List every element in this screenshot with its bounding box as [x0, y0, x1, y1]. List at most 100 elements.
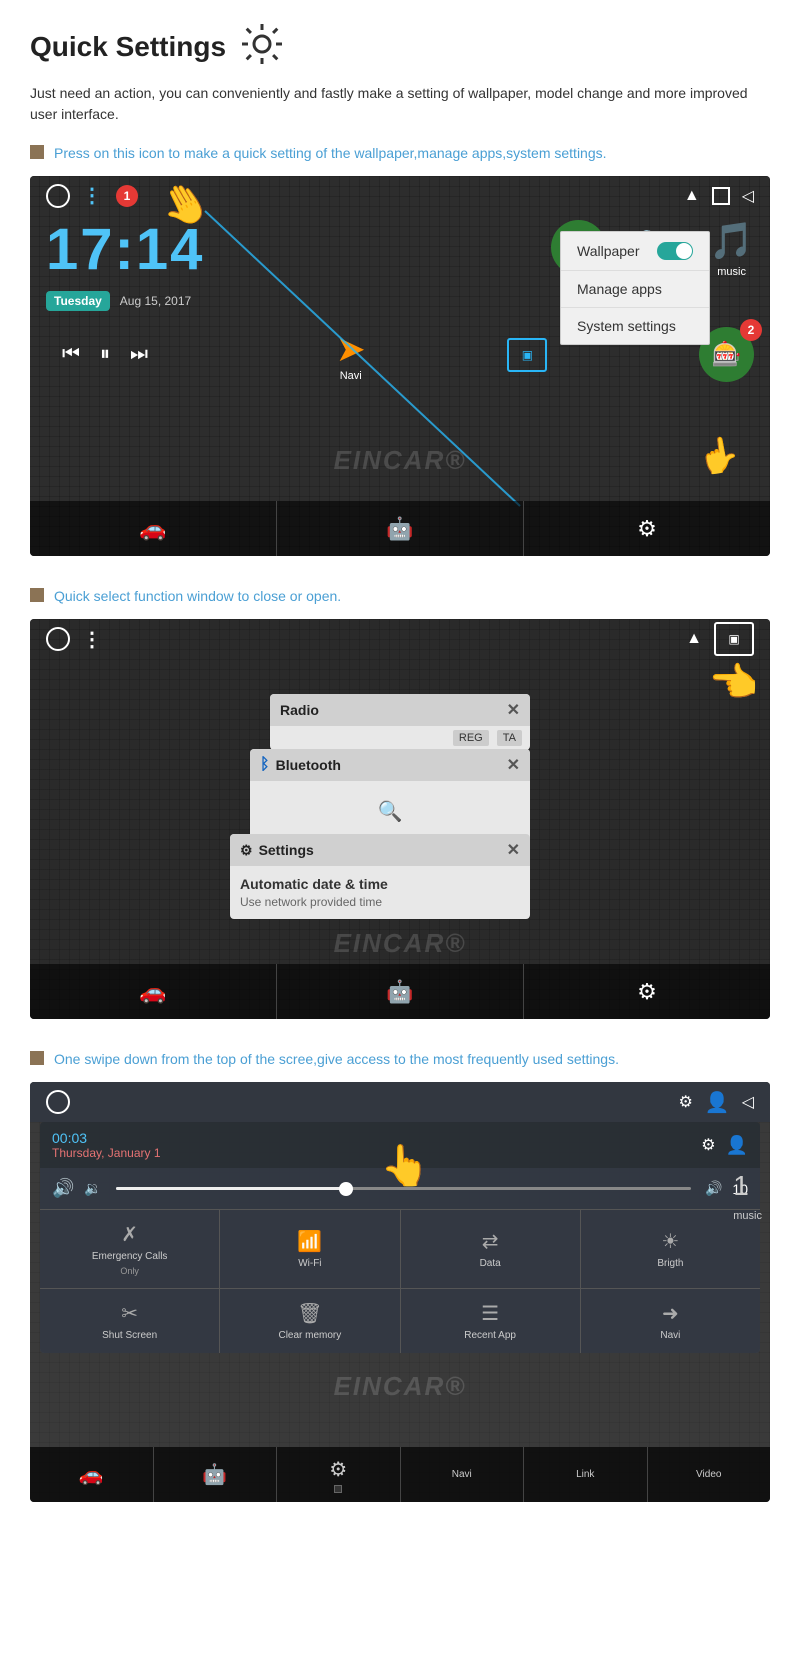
bluetooth-window[interactable]: ᛒ Bluetooth ✕ 🔍 [250, 749, 530, 841]
dropdown-system-settings[interactable]: System settings [561, 308, 709, 344]
music-app-icon[interactable]: 🎵 music [709, 220, 754, 291]
status-right-1: ▲ ◁ [684, 186, 754, 206]
recent-app-label: Recent App [464, 1330, 516, 1341]
menu-dots-icon[interactable]: ⋮ [82, 186, 102, 206]
home-circle-icon-3[interactable] [46, 1090, 70, 1114]
dropdown-menu[interactable]: Wallpaper Manage apps System settings [560, 231, 710, 345]
volume-up-icon[interactable]: 🔊 [705, 1180, 722, 1197]
bt3-link-tab[interactable]: Link [524, 1447, 648, 1502]
bottom-tabs-3: 🚗 🤖 ⚙ Navi Link Video [30, 1447, 770, 1502]
settings-status-icon: ⚙ [678, 1092, 692, 1112]
ss3-background: ⚙ 👤 ◁ 00:03 Thursday, January 1 ⚙ 👤 [30, 1082, 770, 1502]
pause-icon[interactable]: ⏸ [100, 343, 110, 366]
bottom-tab-car[interactable]: 🚗 [30, 501, 277, 556]
square-icon [712, 187, 730, 205]
volume-slider-thumb [339, 1182, 353, 1196]
bt3-settings-tab[interactable]: ⚙ [277, 1447, 401, 1502]
radio-window[interactable]: Radio ✕ REG TA [270, 694, 530, 750]
fast-forward-icon[interactable]: ⏭ [130, 343, 148, 366]
settings-close-btn[interactable]: ✕ [507, 840, 520, 860]
menu-dots-icon-2[interactable]: ⋮ [82, 627, 102, 652]
screenshot-3: ⚙ 👤 ◁ 00:03 Thursday, January 1 ⚙ 👤 [30, 1082, 770, 1502]
status-bar-3: ⚙ 👤 ◁ [30, 1082, 770, 1122]
bottom-tab2-android[interactable]: 🤖 [277, 964, 524, 1019]
bt3-video-tab[interactable]: Video [648, 1447, 771, 1502]
section3-bullet-text: One swipe down from the top of the scree… [54, 1049, 619, 1070]
settings-window[interactable]: ⚙ Settings ✕ Automatic date & time Use n… [230, 834, 530, 919]
bt3-car-tab[interactable]: 🚗 [30, 1447, 154, 1502]
wallpaper-toggle[interactable] [657, 242, 693, 260]
dropdown-manage-apps[interactable]: Manage apps [561, 271, 709, 308]
gear-icon [238, 20, 286, 73]
bt3-navi-tab[interactable]: Navi [401, 1447, 525, 1502]
data-icon: ⇄ [482, 1229, 499, 1254]
bullet-square-2 [30, 588, 44, 602]
bluetooth-titlebar: ᛒ Bluetooth ✕ [250, 749, 530, 781]
settings-body-title: Automatic date & time [240, 876, 520, 892]
car-tab-icon-2: 🚗 [139, 979, 166, 1005]
dropdown-wallpaper[interactable]: Wallpaper [561, 232, 709, 271]
eincar-watermark-2: EINCAR® [334, 928, 467, 959]
brightness-icon: ☀ [661, 1229, 679, 1254]
settings-tab-icon: ⚙ [637, 516, 657, 542]
screencast-app-item[interactable]: ▣ [507, 338, 547, 372]
status-left-2: ⋮ [46, 627, 102, 652]
back-icon: ◁ [742, 186, 754, 206]
bottom-tab-settings[interactable]: ⚙ [524, 501, 770, 556]
triangle-icon: ▲ [684, 187, 700, 205]
bluetooth-icon: ᛒ [260, 756, 270, 774]
radio-titlebar: Radio ✕ [270, 694, 530, 726]
emergency-label: Emergency Calls [92, 1251, 168, 1262]
qs-shut-screen-btn[interactable]: ✂ Shut Screen [40, 1289, 219, 1353]
qs-wifi-btn[interactable]: 📶 Wi-Fi [220, 1210, 399, 1288]
qs-emergency-btn[interactable]: ✗ Emergency Calls Only [40, 1210, 219, 1288]
reg-btn[interactable]: REG [453, 730, 489, 746]
qs-navi-btn[interactable]: ➜ Navi [581, 1289, 760, 1353]
section3-bullet: One swipe down from the top of the scree… [30, 1049, 770, 1070]
bt3-android-tab[interactable]: 🤖 [154, 1447, 278, 1502]
bottom-tab2-car[interactable]: 🚗 [30, 964, 277, 1019]
ta-btn[interactable]: TA [497, 730, 522, 746]
screencast-icon: ▣ [507, 338, 547, 372]
bottom-tab2-settings[interactable]: ⚙ [524, 964, 770, 1019]
hand-pointer-4: 👆 [380, 1142, 430, 1189]
volume-down-icon[interactable]: 🔉 [84, 1180, 101, 1197]
shut-screen-icon: ✂ [121, 1301, 138, 1326]
rewind-icon[interactable]: ⏮ [62, 343, 80, 366]
page-wrapper: Quick Settings Just need an action, you … [0, 0, 800, 1552]
volume-speaker-icon[interactable]: 🔊 [52, 1178, 74, 1199]
volume-slider-fill [116, 1187, 346, 1190]
qs-data-btn[interactable]: ⇄ Data [401, 1210, 580, 1288]
media-controls: ⏮ ⏸ ⏭ [46, 337, 164, 372]
home-circle-icon[interactable] [46, 184, 70, 208]
qs-user-icon[interactable]: 👤 [726, 1135, 748, 1156]
settings-gear-icon: ⚙ [240, 842, 253, 859]
bluetooth-close-btn[interactable]: ✕ [507, 755, 520, 775]
qs-clear-memory-btn[interactable]: 🗑 Clear memory [220, 1289, 399, 1353]
qs-settings-icon[interactable]: ⚙ [701, 1135, 715, 1155]
home-circle-icon-2[interactable] [46, 627, 70, 651]
bottom-tabs-1: 🚗 🤖 ⚙ [30, 501, 770, 556]
navi-app-item[interactable]: ➤ Navi [336, 328, 366, 382]
screencast-icon-2[interactable]: ▣ [714, 622, 754, 656]
page-subtitle: Just need an action, you can convenientl… [30, 83, 770, 125]
ss2-background: ⋮ ▲ ▣ 👉 Radio ✕ REG TA [30, 619, 770, 1019]
settings-body-sub: Use network provided time [240, 895, 520, 909]
bluetooth-title-content: ᛒ Bluetooth [260, 756, 341, 774]
side-app-icons: 1 music [725, 1162, 770, 1230]
eincar-watermark-1: EINCAR® [334, 445, 467, 476]
qs-recent-app-btn[interactable]: ☰ Recent App [401, 1289, 580, 1353]
car-tab-icon: 🚗 [139, 516, 166, 542]
status-left-1: ⋮ 1 [46, 184, 138, 208]
radio-close-btn[interactable]: ✕ [507, 700, 520, 720]
settings-body: Automatic date & time Use network provid… [230, 866, 530, 919]
qs-navi-label: Navi [660, 1330, 680, 1341]
bluetooth-body: 🔍 [250, 781, 530, 841]
settings-tab-icon-2: ⚙ [637, 979, 657, 1005]
android-tab-icon-2: 🤖 [386, 979, 413, 1005]
emergency-icon: ✗ [121, 1222, 138, 1247]
status-left-3 [46, 1090, 70, 1114]
bottom-tab-android[interactable]: 🤖 [277, 501, 524, 556]
music-note-icon: 🎵 [709, 220, 754, 262]
section2-bullet-text: Quick select function window to close or… [54, 586, 341, 607]
